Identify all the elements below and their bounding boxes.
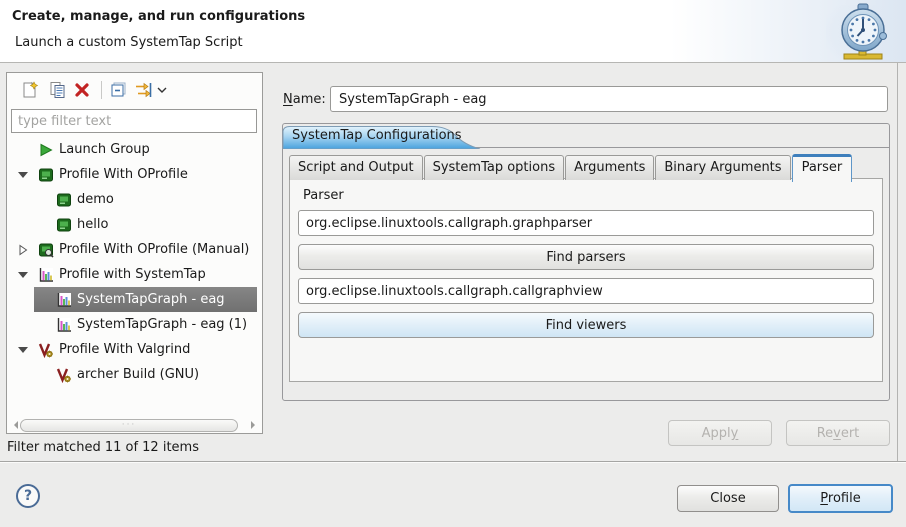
revert-button[interactable]: Revert [786,420,890,446]
button-bar: ? Close Profile [0,461,906,527]
name-label: Name: [283,92,326,107]
tree-item-demo[interactable]: demo [8,187,261,212]
find-parsers-button[interactable]: Find parsers [298,244,874,270]
help-icon[interactable]: ? [16,484,40,508]
oprofile-icon [38,167,54,183]
tab-folder-header: SystemTap Configurations [283,124,889,148]
valgrind-icon [56,367,72,383]
valgrind-icon [38,342,54,358]
apply-button[interactable]: Apply [668,420,772,446]
tree-item-systemtapgraph-eag-1[interactable]: SystemTapGraph - eag (1) [8,312,261,337]
profile-button[interactable]: Profile [788,484,893,513]
toolbar-separator [101,81,102,99]
tree-item-profile-with-oprofile-manual[interactable]: Profile With OProfile (Manual) [8,237,261,262]
stopwatch-icon [824,3,896,61]
close-button[interactable]: Close [677,485,779,512]
filter-icon[interactable] [133,79,155,101]
sub-tabs: Script and Output SystemTap options Argu… [289,154,853,180]
tree-item-hello[interactable]: hello [8,212,261,237]
name-input[interactable] [330,86,888,112]
find-viewers-button[interactable]: Find viewers [298,312,874,338]
tree-item-profile-with-valgrind[interactable]: Profile With Valgrind [8,337,261,362]
systemtap-chart-icon [56,292,72,308]
tree-item-profile-with-systemtap[interactable]: Profile with SystemTap [8,262,261,287]
configurations-tree: Launch Group Profile With OProfile demo … [8,137,261,415]
tree-item-systemtapgraph-eag[interactable]: SystemTapGraph - eag [8,287,261,312]
new-configuration-icon[interactable] [19,79,41,101]
filter-input[interactable] [11,109,257,133]
scrollbar-track[interactable]: ··· [19,419,250,432]
tree-item-launch-group[interactable]: Launch Group [8,137,261,162]
scroll-left-icon[interactable] [10,419,19,431]
expander-expanded-icon[interactable] [17,169,29,181]
tab-parser[interactable]: Parser [792,154,853,182]
page-title: Create, manage, and run configurations [12,9,305,24]
configurations-sidebar: Launch Group Profile With OProfile demo … [6,72,263,434]
tree-item-archer-build-gnu[interactable]: archer Build (GNU) [8,362,261,387]
oprofile-manual-icon [38,242,54,258]
expander-expanded-icon[interactable] [17,344,29,356]
oprofile-icon [56,192,72,208]
tab-folder-title: SystemTap Configurations [292,128,462,143]
chevron-down-icon[interactable] [155,79,169,101]
systemtap-configurations-tab-group: SystemTap Configurations Script and Outp… [282,123,890,401]
page-subtitle: Launch a custom SystemTap Script [15,35,243,50]
scroll-right-icon[interactable] [250,419,259,431]
delete-configuration-icon[interactable] [71,79,93,101]
launch-group-icon [38,142,54,158]
parser-tab-panel: Parser Find parsers Find viewers [289,178,883,382]
panel-right-edge [897,63,898,461]
dialog-header: Create, manage, and run configurations L… [0,0,906,63]
horizontal-scrollbar[interactable]: ··· [10,418,259,432]
tab-binary-arguments[interactable]: Binary Arguments [655,155,790,180]
parser-section-label: Parser [303,188,344,203]
expander-collapsed-icon[interactable] [17,244,29,256]
tab-arguments[interactable]: Arguments [565,155,654,180]
expander-expanded-icon[interactable] [17,269,29,281]
oprofile-icon [56,217,72,233]
parser-id-input[interactable] [298,210,874,236]
tab-script-and-output[interactable]: Script and Output [289,155,423,180]
duplicate-configuration-icon[interactable] [47,79,69,101]
tab-systemtap-options[interactable]: SystemTap options [424,155,565,180]
collapse-all-icon[interactable] [107,79,129,101]
systemtap-chart-icon [38,267,54,283]
systemtap-chart-icon [56,317,72,333]
filter-status: Filter matched 11 of 12 items [7,440,199,455]
tree-item-profile-with-oprofile[interactable]: Profile With OProfile [8,162,261,187]
scrollbar-thumb[interactable]: ··· [20,419,238,432]
viewer-id-input[interactable] [298,278,874,304]
